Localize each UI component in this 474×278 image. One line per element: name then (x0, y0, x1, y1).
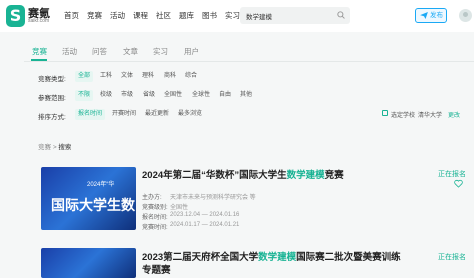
search-icon[interactable] (337, 11, 345, 19)
nav-item-home[interactable]: 首页 (64, 10, 79, 21)
filter-option[interactable]: 全部 (75, 71, 94, 82)
select-school-checkbox[interactable] (382, 110, 388, 116)
competition-title-line2: 专题赛 (142, 265, 171, 276)
search-input[interactable]: 数学建模 (240, 7, 350, 24)
meta-value: 全国性 (170, 205, 189, 211)
publish-label: 发布 (430, 12, 443, 19)
filter-option[interactable]: 商科 (161, 71, 179, 82)
nav-item-question-bank[interactable]: 题库 (179, 10, 194, 21)
level: 竞赛级别: 全国性 (142, 202, 188, 211)
title-text: 竞赛 (324, 170, 344, 181)
tab-qa[interactable]: 问答 (92, 46, 107, 57)
meta-label: 主办方: (142, 195, 162, 201)
top-navbar: S 赛氪 saikr.com 首页 竞赛 活动 课程 社区 题库 图书 实习 数… (0, 0, 474, 32)
competition-title[interactable]: 2024年第二届“华数杯”国际大学生数学建模竞赛 (142, 167, 344, 181)
nav-item-courses[interactable]: 课程 (133, 10, 148, 21)
filter-option[interactable]: 省级 (140, 90, 158, 101)
filter-label: 竞赛类型: (38, 76, 66, 83)
competition-thumbnail[interactable] (41, 248, 136, 278)
avatar[interactable] (459, 9, 472, 22)
competition-time: 竞赛时间: 2024.01.17 — 2024.01.21 (142, 222, 239, 231)
competition-card[interactable]: 2023第二届天府杯全国大学数学建模国际赛二批次暨美赛训练 正在报名 专题赛 (38, 244, 474, 278)
meta-value: 天津市未来与预测科学研究会 等 (170, 195, 256, 201)
meta-label: 竞赛级别: (142, 205, 168, 211)
main-nav: 首页 竞赛 活动 课程 社区 题库 图书 实习 (64, 10, 248, 21)
filter-option[interactable]: 校级 (97, 90, 115, 101)
title-text: 2024年第二届“华数杯”国际大学生 (142, 170, 287, 181)
tab-users[interactable]: 用户 (184, 46, 199, 57)
filter-option[interactable]: 全国性 (161, 90, 185, 101)
sort-option[interactable]: 最多浏览 (175, 109, 205, 120)
thumbnail-title: 国际大学生数 (51, 197, 135, 213)
title-highlight: 数学建模 (258, 252, 297, 263)
filter-label: 排序方式: (38, 114, 66, 121)
filter-option[interactable]: 综合 (182, 71, 200, 82)
filter-label: 参赛范围: (38, 95, 66, 102)
filter-option[interactable]: 工科 (97, 71, 115, 82)
filter-option[interactable]: 全球性 (189, 90, 213, 101)
active-tab-indicator (31, 59, 47, 61)
sort-option[interactable]: 报名时间 (75, 109, 106, 120)
breadcrumb-separator: > (52, 144, 57, 151)
title-text: 国际赛二批次暨美赛训练 (296, 252, 401, 263)
select-school-label: 选定学校 (391, 113, 416, 119)
publish-button[interactable]: 发布 (415, 8, 447, 23)
nav-item-books[interactable]: 图书 (202, 10, 217, 21)
breadcrumb: 竞赛 > 搜索 (38, 141, 71, 151)
nav-item-internships[interactable]: 实习 (225, 10, 240, 21)
competition-thumbnail[interactable]: 2024年“华 国际大学生数 (41, 167, 136, 230)
breadcrumb-current: 搜索 (58, 144, 72, 151)
school-name: 清华大学 (418, 113, 443, 119)
filter-option[interactable]: 理科 (139, 71, 157, 82)
sort-option[interactable]: 最近更新 (142, 109, 172, 120)
competition-card[interactable]: 2024年“华 国际大学生数 2024年第二届“华数杯”国际大学生数学建模竞赛 … (38, 160, 474, 240)
change-school-link[interactable]: 更改 (448, 110, 460, 119)
sort-option[interactable]: 开赛时间 (109, 109, 139, 120)
logo-domain: saikr.com (28, 18, 50, 24)
nav-item-community[interactable]: 社区 (156, 10, 171, 21)
organizer: 主办方: 天津市未来与预测科学研究会 等 (142, 192, 256, 201)
breadcrumb-root[interactable]: 竞赛 (38, 144, 51, 151)
filter-option[interactable]: 文体 (118, 71, 136, 82)
title-highlight: 数学建模 (286, 170, 325, 181)
status-badge: 正在报名 (438, 254, 466, 261)
meta-value: 2024.01.17 — 2024.01.21 (170, 222, 240, 228)
tab-articles[interactable]: 文章 (123, 46, 138, 57)
meta-label: 竞赛时间: (142, 225, 168, 231)
nav-item-activities[interactable]: 活动 (110, 10, 125, 21)
status-badge: 正在报名 (438, 171, 466, 178)
logo-icon: S (6, 5, 25, 27)
send-icon (420, 12, 428, 19)
signup-time: 报名时间: 2023.12.04 — 2024.01.16 (142, 212, 239, 221)
tab-internships[interactable]: 实习 (153, 46, 168, 57)
filter-option[interactable]: 不限 (75, 90, 94, 101)
nav-item-competitions[interactable]: 竞赛 (87, 10, 102, 21)
meta-value: 2023.12.04 — 2024.01.16 (170, 212, 240, 218)
heart-icon[interactable] (454, 179, 463, 188)
result-tabs: 竞赛 活动 问答 文章 实习 用户 (24, 40, 474, 62)
site-logo[interactable]: S 赛氪 saikr.com (6, 5, 52, 27)
meta-label: 报名时间: (142, 215, 168, 221)
filter-option[interactable]: 自由 (216, 90, 234, 101)
tab-activities[interactable]: 活动 (62, 46, 77, 57)
thumbnail-tag: 2024年“华 (87, 182, 115, 188)
competition-title[interactable]: 2023第二届天府杯全国大学数学建模国际赛二批次暨美赛训练 (142, 249, 401, 263)
tab-competitions[interactable]: 竞赛 (32, 46, 47, 57)
filter-option[interactable]: 其他 (237, 90, 255, 101)
search-value: 数学建模 (246, 14, 272, 21)
filter-option[interactable]: 市级 (118, 90, 136, 101)
